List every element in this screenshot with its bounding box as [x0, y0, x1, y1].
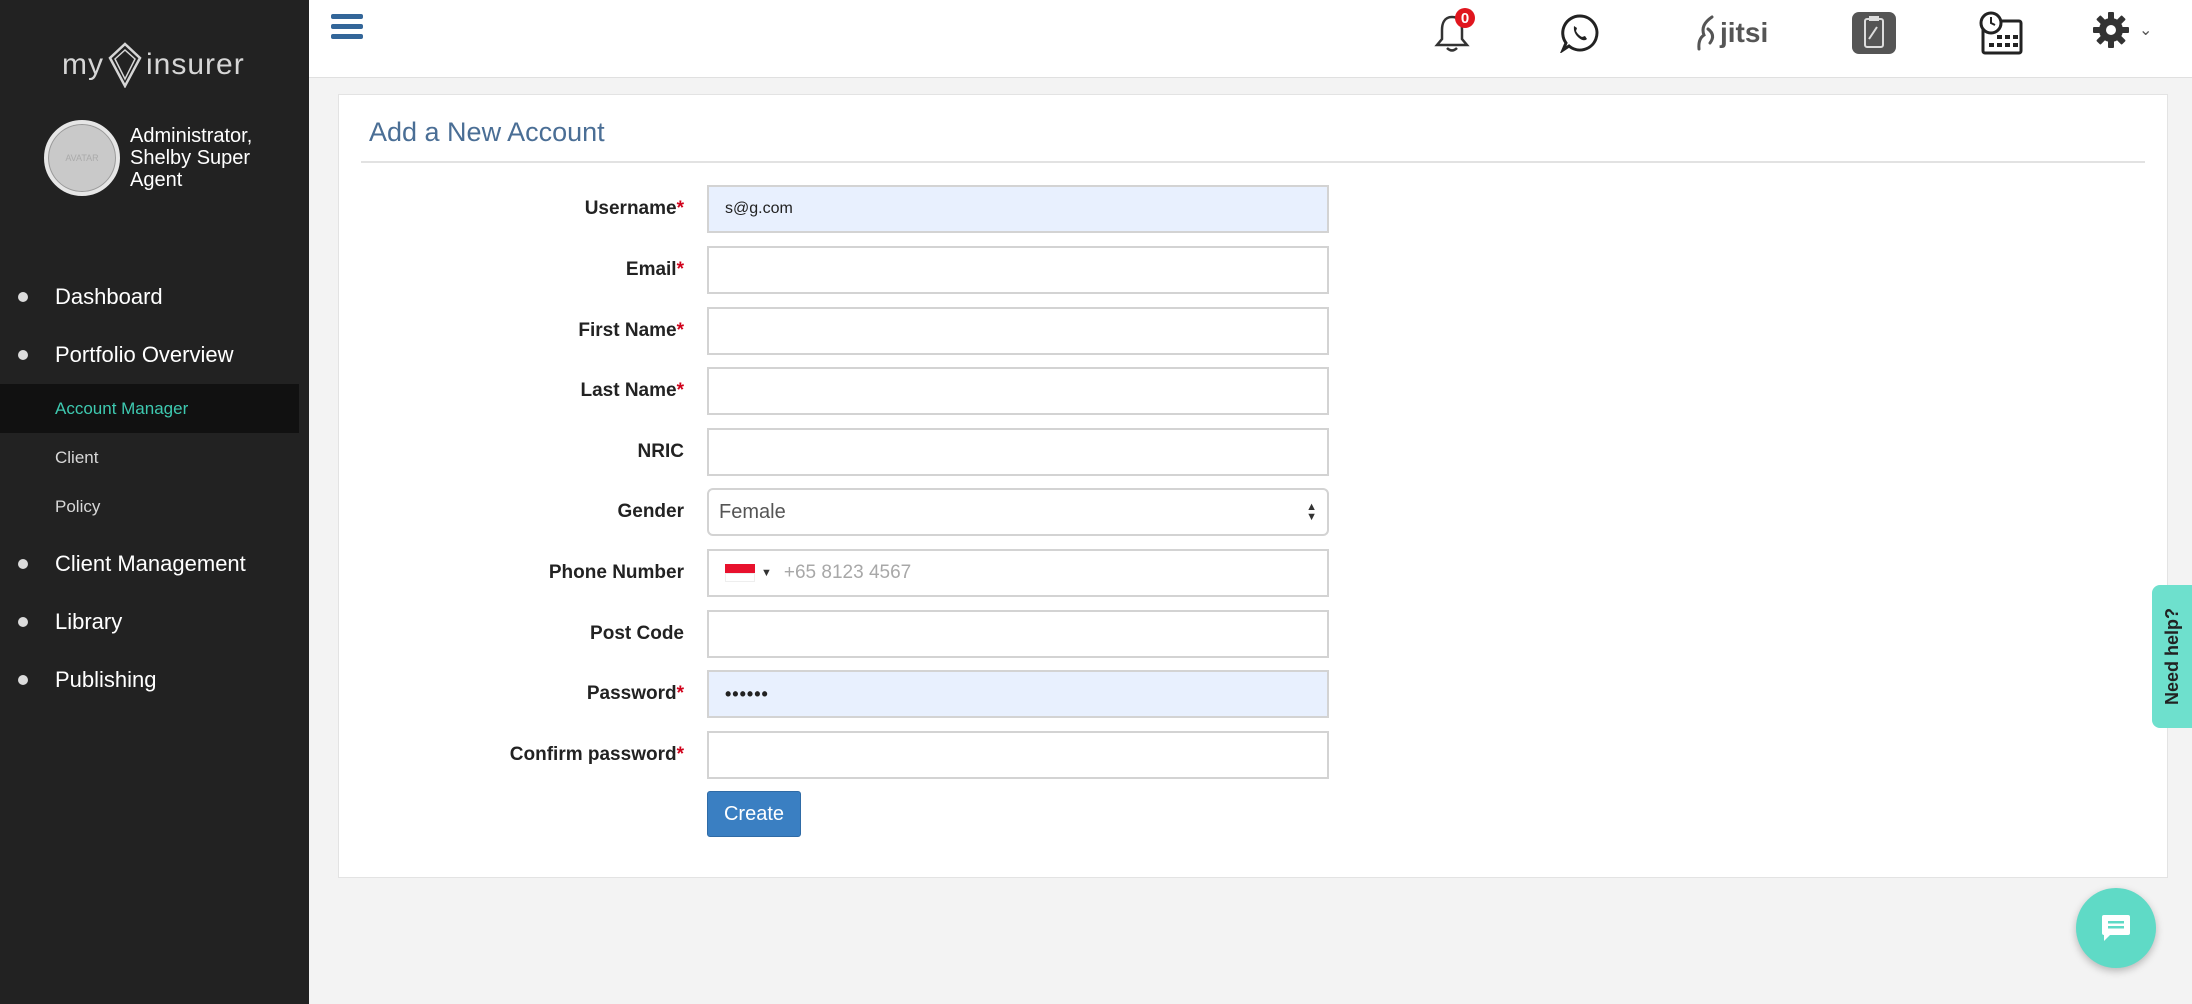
add-account-panel: Add a New Account Username * s@g.com Emai… [338, 94, 2168, 878]
confirm-password-row: Confirm password * [339, 731, 1339, 779]
sidebar-subitem-account-manager[interactable]: Account Manager [0, 384, 299, 433]
post-code-row: Post Code [339, 610, 1339, 658]
gender-selected-value: Female [719, 500, 786, 523]
sidebar-item-client-management[interactable]: Client Management [0, 535, 299, 593]
bullet-icon [18, 675, 28, 685]
chat-button[interactable] [2076, 888, 2156, 968]
first-name-row: First Name * [339, 307, 1339, 355]
gear-icon [2093, 12, 2129, 48]
sidebar-subitem-policy[interactable]: Policy [0, 482, 299, 531]
username-label: Username * [584, 198, 684, 219]
gender-row: Gender Female ▲ ▼ [339, 488, 1339, 536]
jitsi-icon [1697, 15, 1715, 51]
calendar-clock-icon [1979, 11, 2023, 55]
profile-name: Administrator, Shelby Super Agent [130, 125, 253, 191]
last-name-field[interactable] [707, 367, 1329, 415]
password-label: Password * [586, 683, 684, 704]
confirm-password-field[interactable] [707, 731, 1329, 779]
top-bar: 0 jitsi ⌄ [309, 0, 2192, 78]
email-field[interactable] [707, 246, 1329, 294]
bullet-icon [18, 617, 28, 627]
need-help-label: Need help? [2161, 607, 2182, 706]
logo-text-left: my [62, 48, 104, 81]
sidebar-item-library[interactable]: Library [0, 593, 299, 651]
gender-label: Gender [617, 501, 684, 522]
bullet-icon [18, 350, 28, 360]
confirm-password-label: Confirm password * [509, 744, 684, 765]
username-field[interactable]: s@g.com [707, 185, 1329, 233]
phone-placeholder: +65 8123 4567 [783, 562, 912, 583]
sidebar-item-label: Portfolio Overview [55, 342, 234, 367]
jitsi-label: jitsi [1720, 17, 1769, 48]
schedule-button[interactable] [1977, 10, 2023, 56]
jitsi-button[interactable]: jitsi [1694, 10, 1768, 56]
country-dropdown-caret-icon[interactable]: ▼ [761, 567, 772, 579]
sidebar-item-dashboard[interactable]: Dashboard [0, 268, 299, 326]
singapore-flag-icon[interactable] [725, 564, 755, 582]
sidebar-nav: Dashboard Portfolio Overview Account Man… [0, 268, 299, 709]
post-code-field[interactable] [707, 610, 1329, 658]
first-name-label: First Name * [578, 320, 684, 341]
sidebar-item-label: Library [55, 609, 123, 634]
gem-logo-icon [108, 42, 142, 88]
create-button[interactable]: Create [707, 791, 801, 837]
whatsapp-button[interactable] [1557, 10, 1603, 56]
sidebar-item-publishing[interactable]: Publishing [0, 651, 299, 709]
notes-button[interactable] [1851, 10, 1897, 56]
sidebar-item-label: Client Management [55, 551, 246, 576]
phone-row: Phone Number ▼ +65 8123 4567 [339, 549, 1339, 597]
post-code-label: Post Code [590, 623, 684, 644]
bullet-icon [18, 559, 28, 569]
logo-text-right: insurer [146, 48, 245, 81]
phone-field[interactable]: ▼ +65 8123 4567 [707, 549, 1329, 597]
page-title: Add a New Account [369, 117, 605, 147]
menu-icon[interactable] [331, 14, 363, 44]
avatar[interactable]: AVATAR [44, 120, 120, 196]
sidebar-item-label: Publishing [55, 667, 157, 692]
last-name-label: Last Name * [580, 380, 684, 401]
user-profile[interactable]: AVATAR Administrator, Shelby Super Agent [44, 120, 270, 196]
username-row: Username * s@g.com [339, 185, 1339, 233]
nric-label: NRIC [637, 441, 684, 462]
password-row: Password * •••••• [339, 670, 1339, 718]
sidebar-item-label: Dashboard [55, 284, 163, 309]
chat-bubble-icon [2102, 915, 2130, 941]
nric-row: NRIC [339, 428, 1339, 476]
clipboard-icon [1852, 12, 1896, 54]
phone-label: Phone Number [548, 562, 684, 583]
chevron-down-icon: ⌄ [2139, 22, 2153, 39]
password-field[interactable]: •••••• [707, 670, 1329, 718]
first-name-field[interactable] [707, 307, 1329, 355]
email-label: Email * [625, 259, 684, 280]
gender-select[interactable]: Female ▲ ▼ [707, 488, 1329, 536]
divider [361, 161, 2145, 163]
sidebar-subitem-client[interactable]: Client [0, 433, 299, 482]
email-row: Email * [339, 246, 1339, 294]
sidebar-item-portfolio-overview[interactable]: Portfolio Overview [0, 326, 299, 384]
notifications-button[interactable]: 0 [1429, 8, 1475, 56]
need-help-tab[interactable]: Need help? [2152, 585, 2192, 728]
nric-field[interactable] [707, 428, 1329, 476]
whatsapp-icon [1560, 14, 1599, 53]
sidebar: my insurer AVATAR Administrator, Shelby … [0, 0, 309, 1004]
bullet-icon [18, 292, 28, 302]
app-logo[interactable]: my insurer [62, 38, 245, 92]
select-arrows-icon: ▲ ▼ [1306, 501, 1317, 523]
notification-count-badge: 0 [1455, 8, 1475, 28]
settings-menu[interactable]: ⌄ [2091, 10, 2152, 50]
last-name-row: Last Name * [339, 367, 1339, 415]
